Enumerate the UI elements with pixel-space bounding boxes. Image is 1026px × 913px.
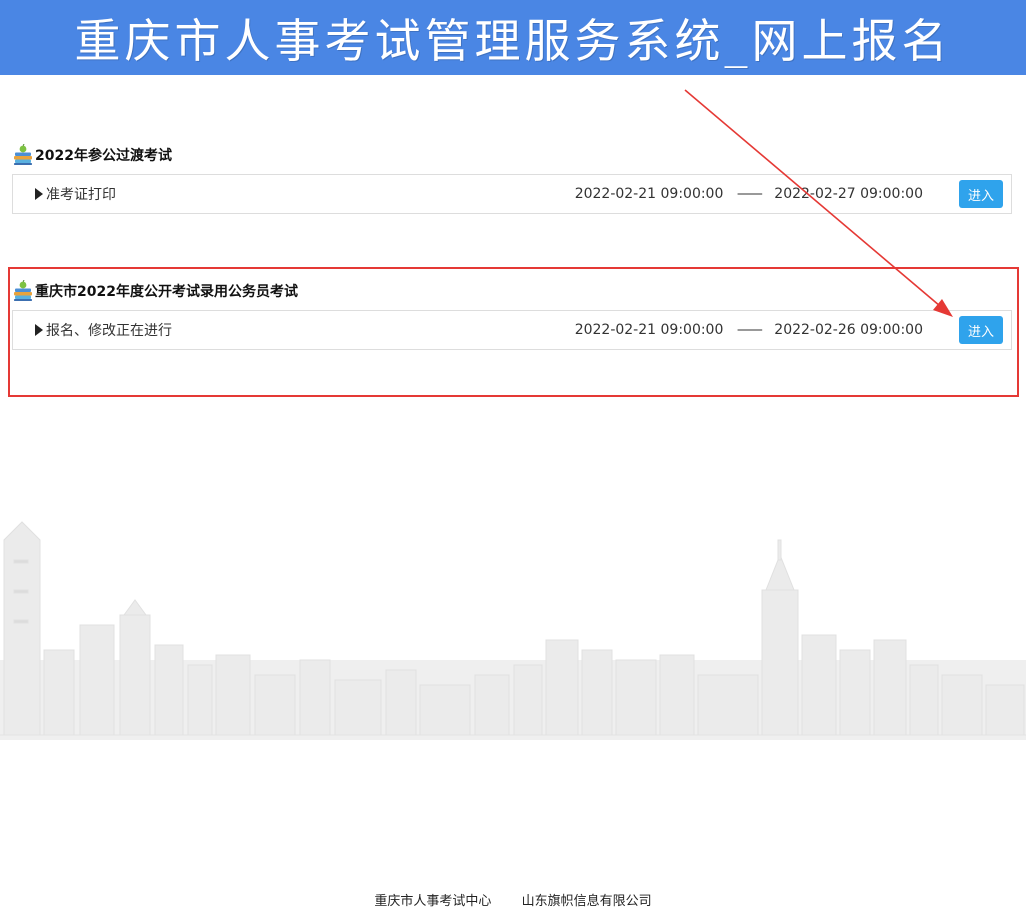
footer: 重庆市人事考试中心 山东旗帜信息有限公司 (0, 890, 1026, 909)
city-skyline-illustration (0, 521, 1026, 740)
triangle-right-icon (35, 188, 43, 200)
annotation-arrow (684, 89, 953, 317)
header-banner: 重庆市人事考试管理服务系统_网上报名 (0, 0, 1026, 75)
end-time: 2022-02-27 09:00:00 (774, 186, 923, 202)
section-heading: 2022年参公过渡考试 (12, 142, 1012, 168)
exam-section-1: 2022年参公过渡考试 准考证打印 2022-02-21 09:00:00 ——… (12, 142, 1012, 214)
footer-company: 山东旗帜信息有限公司 (521, 894, 652, 909)
start-time: 2022-02-21 09:00:00 (574, 186, 724, 202)
row-label: 准考证打印 (46, 187, 116, 203)
section-title: 2022年参公过渡考试 (35, 148, 172, 164)
enter-button[interactable]: 进入 (959, 180, 1003, 208)
books-icon (14, 144, 32, 165)
time-separator: —— (736, 186, 763, 202)
exam-row-print-ticket: 准考证打印 2022-02-21 09:00:00 —— 2022-02-27 … (12, 174, 1012, 214)
footer-org: 重庆市人事考试中心 (374, 894, 492, 909)
highlight-annotation-box (8, 267, 1019, 397)
site-title: 重庆市人事考试管理服务系统_网上报名 (74, 13, 952, 68)
time-range: 2022-02-21 09:00:00 —— 2022-02-27 09:00:… (575, 186, 923, 202)
